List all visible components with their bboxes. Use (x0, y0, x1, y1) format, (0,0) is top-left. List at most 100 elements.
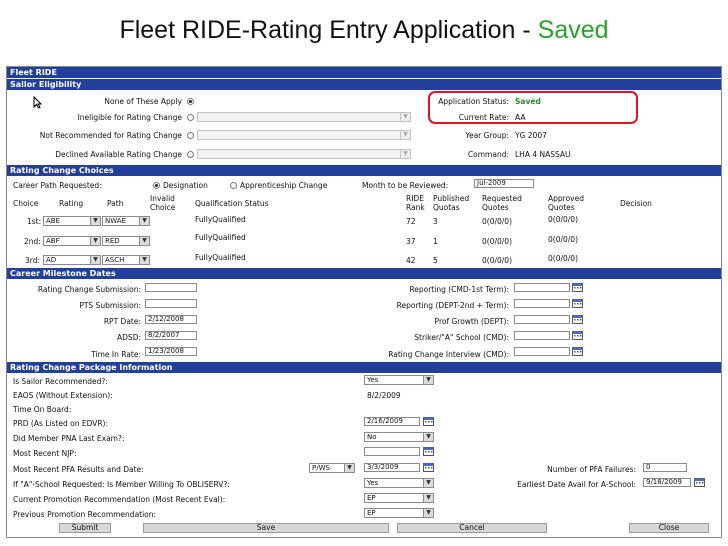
column-header-published: Published Quotas (433, 194, 470, 212)
qualification-status: FullyQualified (195, 215, 246, 224)
earliest-date-input[interactable]: 9/18/2009 (643, 478, 691, 487)
pfa-result-select[interactable]: P/WS ▼ (309, 463, 355, 473)
radio-not-recommended[interactable] (187, 132, 194, 139)
published-quota-value: 1 (433, 237, 438, 246)
rpt-date-input[interactable]: 2/12/2008 (145, 315, 197, 324)
section-header-choices: Rating Change Choices (7, 165, 721, 176)
pfa-date-input[interactable]: 3/3/2009 (364, 463, 420, 472)
month-reviewed-label: Month to be Reviewed: (362, 181, 449, 190)
career-path-label: Career Path Requested: (13, 181, 102, 190)
chevron-down-icon: ▼ (139, 256, 149, 264)
chevron-down-icon: ▼ (90, 237, 100, 245)
current-promotion-select[interactable]: EP ▼ (364, 493, 434, 503)
requested-quote-value: 0(0/0/0) (482, 237, 512, 246)
not-recommended-reason-select[interactable]: ▼ (197, 130, 411, 140)
calendar-icon[interactable] (572, 282, 583, 292)
milestone-label: Rating Change Interview (CMD): (388, 350, 509, 359)
path-select[interactable]: ASCH ▼ (102, 255, 150, 265)
recommended-value: Yes (367, 376, 379, 384)
recommended-select[interactable]: Yes ▼ (364, 375, 434, 385)
calendar-icon[interactable] (694, 477, 705, 487)
pts-submission-input[interactable] (145, 299, 197, 308)
path-value: ASCH (105, 256, 125, 264)
pfa-failures-label: Number of PFA Failures: (547, 465, 636, 474)
application-window: Fleet RIDE Sailor Eligibility None of Th… (6, 66, 722, 538)
approved-quote-value: 0(0/0/0) (548, 254, 578, 263)
choice-rank-label: 2nd: (24, 237, 41, 246)
rating-value: AD (46, 256, 57, 264)
designation-label: Designation (163, 181, 208, 190)
calendar-icon[interactable] (423, 462, 434, 472)
obliserv-select[interactable]: Yes ▼ (364, 478, 434, 488)
rating-select[interactable]: ABF ▼ (43, 236, 101, 246)
radio-apprenticeship[interactable] (230, 182, 237, 189)
eligibility-option-label: Ineligible for Rating Change (77, 113, 182, 122)
save-button[interactable]: Save (143, 523, 389, 533)
published-quota-value: 5 (433, 256, 438, 265)
column-header-requested: Requested Quotes (482, 194, 522, 212)
milestone-label: ADSD: (117, 333, 141, 342)
apprenticeship-label: Apprenticeship Change (240, 181, 328, 190)
radio-none-apply[interactable] (187, 98, 194, 105)
mouse-cursor-icon (33, 96, 42, 109)
reporting-dept-input[interactable] (514, 299, 570, 308)
chevron-down-icon: ▼ (344, 464, 354, 472)
choice-rank-label: 1st: (27, 217, 42, 226)
calendar-icon[interactable] (572, 298, 583, 308)
pna-value: No (367, 433, 377, 441)
calendar-icon[interactable] (572, 314, 583, 324)
time-in-rate-input[interactable]: 1/23/2008 (145, 347, 197, 356)
njp-label: Most Recent NJP: (13, 449, 77, 458)
pfa-failures-input[interactable]: 0 (643, 463, 687, 472)
declined-reason-select[interactable]: ▼ (197, 149, 411, 159)
ineligible-reason-select[interactable]: ▼ (197, 112, 411, 122)
reporting-cmd-input[interactable] (514, 283, 570, 292)
choice-rank-label: 3rd: (25, 256, 41, 265)
column-header-rating: Rating (59, 199, 84, 208)
njp-input[interactable] (364, 447, 420, 456)
milestone-label: Reporting (DEPT-2nd + Term): (396, 301, 509, 310)
rating-change-submission-input[interactable] (145, 283, 197, 292)
eaos-value: 8/2/2009 (367, 391, 401, 400)
path-select[interactable]: RED ▼ (102, 236, 150, 246)
prof-growth-input[interactable] (514, 315, 570, 324)
slide-title: Fleet RIDE-Rating Entry Application - Sa… (0, 16, 728, 45)
app-title-bar: Fleet RIDE (7, 67, 721, 78)
previous-promotion-select[interactable]: EP ▼ (364, 508, 434, 518)
adsd-input[interactable]: 8/2/2007 (145, 331, 197, 340)
radio-declined[interactable] (187, 151, 194, 158)
submit-button[interactable]: Submit (59, 523, 111, 533)
column-header-decision: Decision (620, 199, 652, 208)
prd-input[interactable]: 2/16/2009 (364, 417, 420, 426)
chevron-down-icon: ▼ (90, 217, 100, 225)
requested-quote-value: 0(0/0/0) (482, 256, 512, 265)
rating-select[interactable]: AD ▼ (43, 255, 101, 265)
path-select[interactable]: NWAE ▼ (102, 216, 150, 226)
command-value: LHA 4 NASSAU (515, 150, 571, 159)
radio-designation[interactable] (153, 182, 160, 189)
eligibility-option-label: Declined Available Rating Change (55, 150, 182, 159)
calendar-icon[interactable] (423, 416, 434, 426)
obliserv-value: Yes (367, 479, 379, 487)
calendar-icon[interactable] (423, 446, 434, 456)
chevron-down-icon: ▼ (90, 256, 100, 264)
time-on-board-label: Time On Board: (13, 405, 72, 414)
section-header-package: Rating Change Package Information (7, 362, 721, 373)
rating-change-interview-input[interactable] (514, 347, 570, 356)
milestone-label: Reporting (CMD-1st Term): (409, 285, 509, 294)
rating-select[interactable]: ABE ▼ (43, 216, 101, 226)
chevron-down-icon: ▼ (139, 217, 149, 225)
ride-rank-value: 37 (406, 237, 416, 246)
calendar-icon[interactable] (572, 330, 583, 340)
close-button[interactable]: Close (629, 523, 709, 533)
column-header-invalid: Invalid Choice (150, 194, 176, 212)
pna-select[interactable]: No ▼ (364, 432, 434, 442)
column-header-status: Qualification Status (195, 199, 269, 208)
striker-a-school-input[interactable] (514, 331, 570, 340)
cancel-button[interactable]: Cancel (397, 523, 547, 533)
calendar-icon[interactable] (572, 346, 583, 356)
radio-ineligible[interactable] (187, 114, 194, 121)
month-reviewed-input[interactable]: Jul-2009 (474, 179, 534, 188)
slide-title-main: Fleet RIDE-Rating Entry Application - (119, 16, 538, 44)
qualification-status: FullyQualified (195, 233, 246, 242)
